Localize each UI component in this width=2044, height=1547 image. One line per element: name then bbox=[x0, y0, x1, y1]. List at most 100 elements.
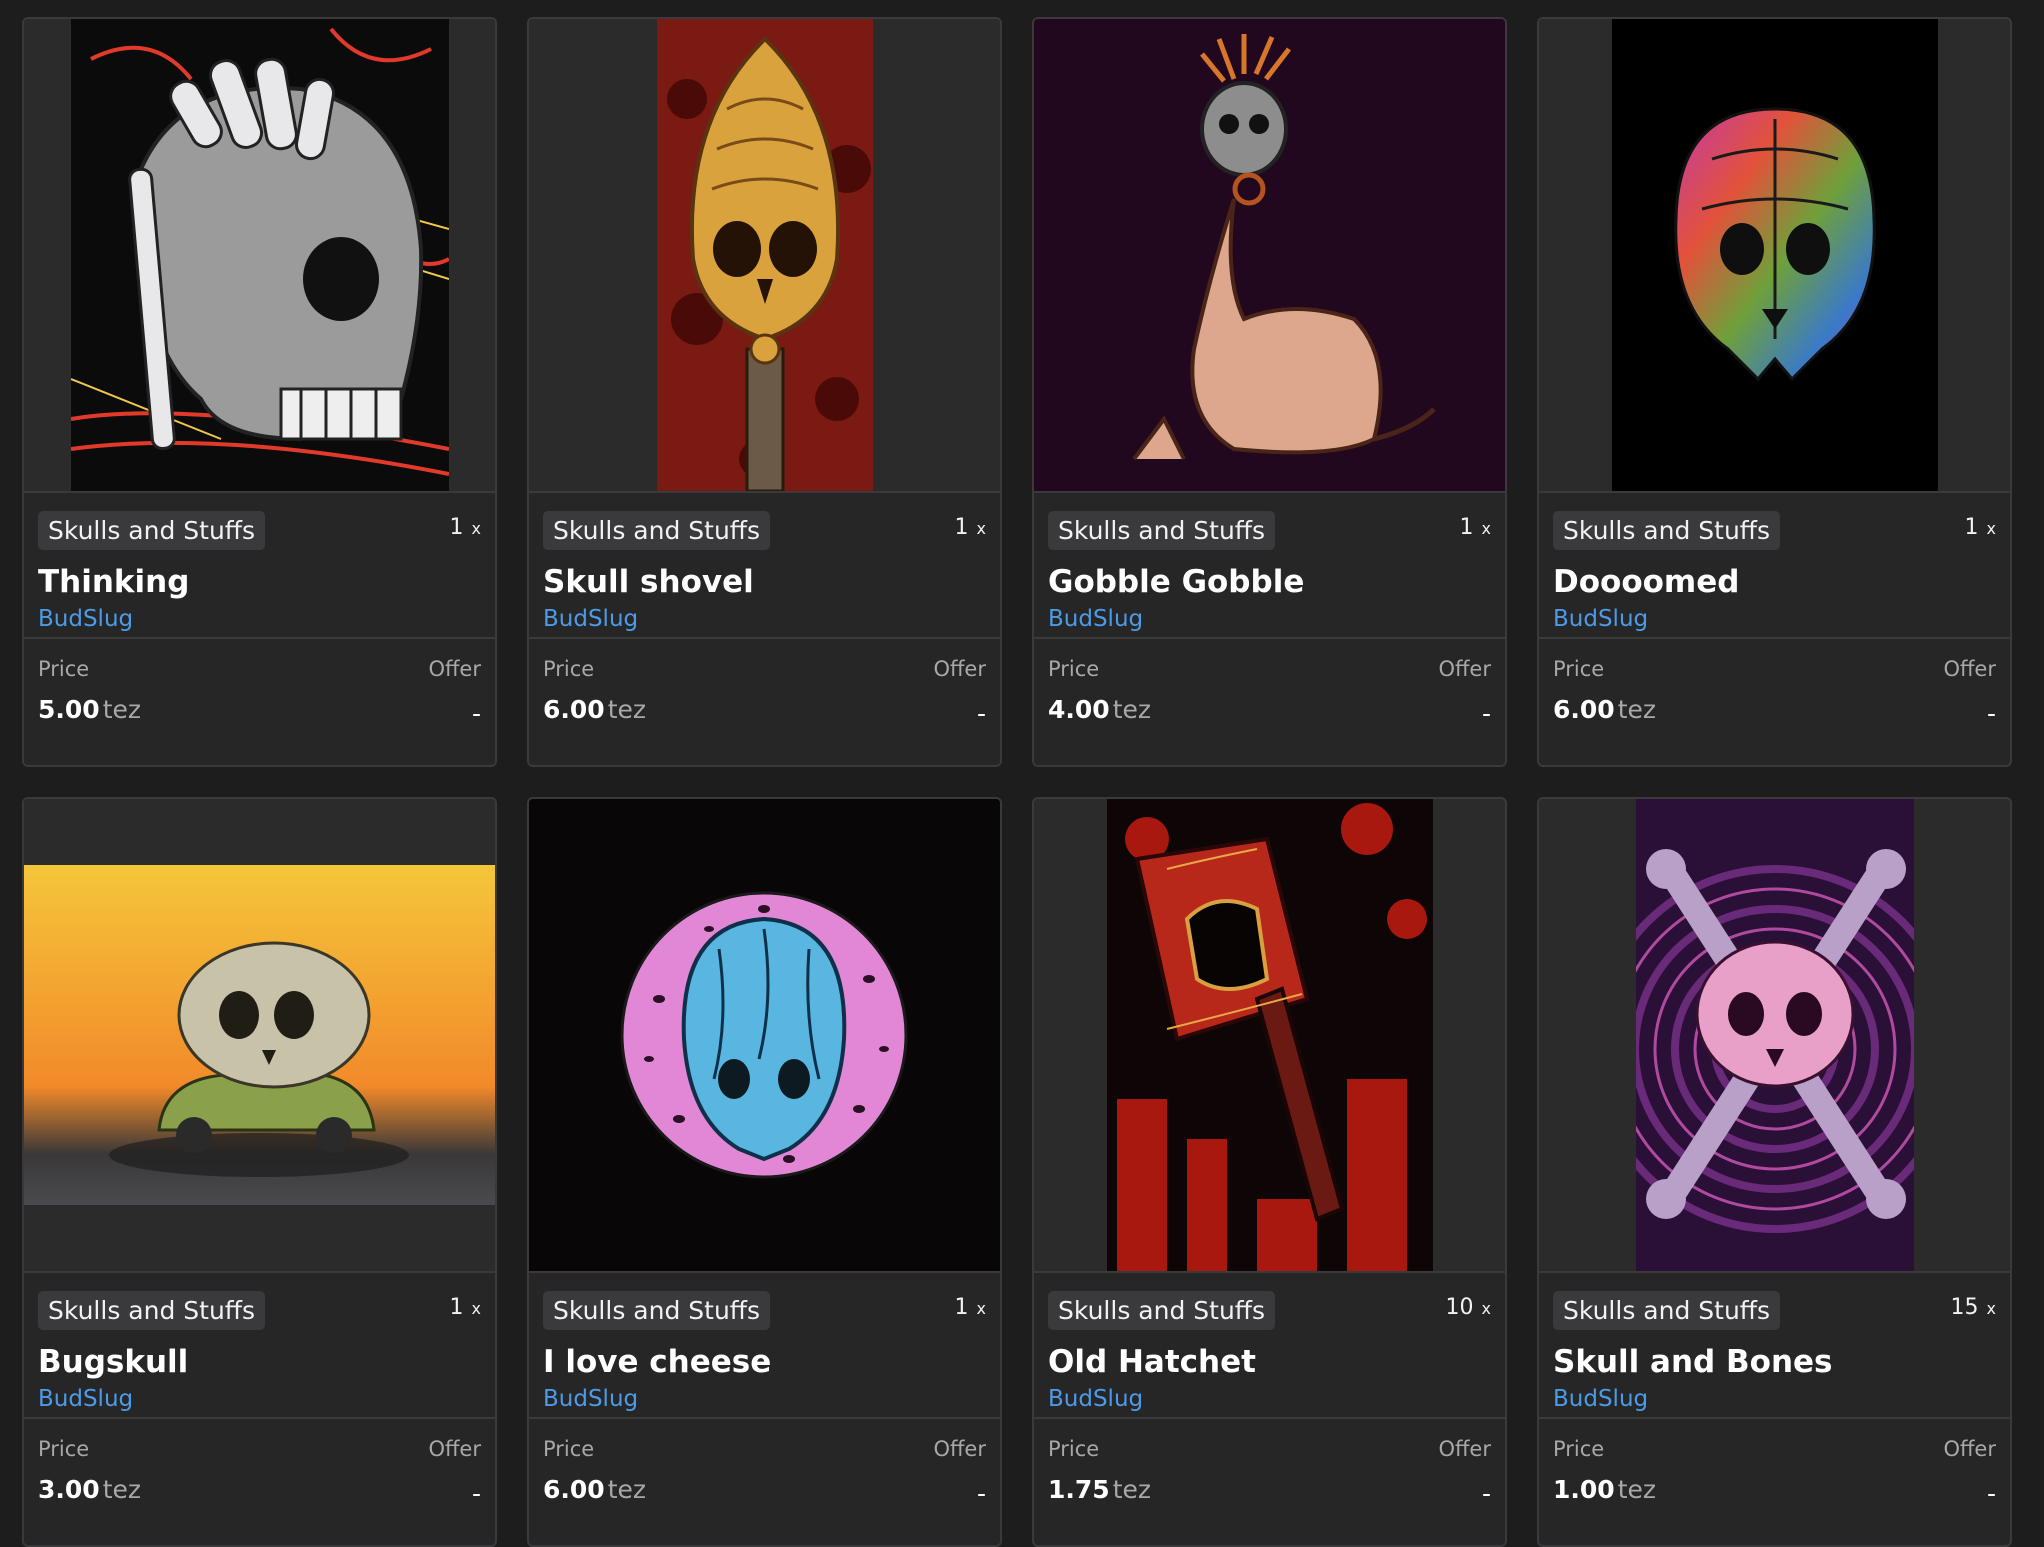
old-hatchet-artwork bbox=[1106, 799, 1433, 1271]
collection-tag[interactable]: Skulls and Stuffs bbox=[38, 1291, 266, 1330]
nft-card-doooomed[interactable]: Skulls and Stuffs 1x Doooomed BudSlug Pr… bbox=[1537, 17, 2012, 767]
price-label: Price bbox=[38, 657, 90, 681]
nft-title[interactable]: Skull and Bones bbox=[1553, 1344, 1996, 1380]
offer-value: - bbox=[471, 699, 481, 728]
price-value: 1.75 tez bbox=[1048, 1475, 1151, 1504]
bugskull-artwork bbox=[24, 865, 495, 1205]
card-info: Skulls and Stuffs 1x Doooomed BudSlug bbox=[1539, 493, 2010, 639]
gobble-gobble-artwork bbox=[1034, 19, 1505, 491]
price-label: Price bbox=[38, 1437, 90, 1461]
nft-title[interactable]: Bugskull bbox=[38, 1344, 481, 1380]
pricing: Price Offer 4.00 tez - bbox=[1034, 639, 1505, 765]
i-love-cheese-artwork bbox=[529, 799, 1000, 1271]
nft-title[interactable]: Gobble Gobble bbox=[1048, 564, 1491, 600]
collection-tag[interactable]: Skulls and Stuffs bbox=[1553, 1291, 1781, 1330]
artist-link[interactable]: BudSlug bbox=[38, 1386, 481, 1412]
collection-tag[interactable]: Skulls and Stuffs bbox=[1048, 511, 1276, 550]
edition-count: 1x bbox=[449, 1295, 481, 1320]
pricing: Price Offer 6.00 tez - bbox=[529, 639, 1000, 765]
offer-label: Offer bbox=[933, 657, 986, 681]
nft-card-old-hatchet[interactable]: Skulls and Stuffs 10 x Old Hatchet BudSlu… bbox=[1032, 797, 1507, 1547]
artist-link[interactable]: BudSlug bbox=[543, 606, 986, 632]
offer-label: Offer bbox=[428, 1437, 481, 1461]
offer-value: - bbox=[976, 1479, 986, 1508]
offer-value: - bbox=[976, 699, 986, 728]
nft-card-skull-and-bones[interactable]: Skulls and Stuffs 15 x Skull and Bones Bu… bbox=[1537, 797, 2012, 1547]
collection-tag[interactable]: Skulls and Stuffs bbox=[1553, 511, 1781, 550]
nft-card-gobble-gobble[interactable]: Skulls and Stuffs 1x Gobble Gobble BudSl… bbox=[1032, 17, 1507, 767]
offer-label: Offer bbox=[428, 657, 481, 681]
offer-label: Offer bbox=[933, 1437, 986, 1461]
pricing: Price Offer 6.00 tez - bbox=[529, 1419, 1000, 1545]
offer-label: Offer bbox=[1438, 1437, 1491, 1461]
artwork-image[interactable] bbox=[24, 799, 495, 1273]
artwork-image[interactable] bbox=[1539, 799, 2010, 1273]
price-value: 6.00 tez bbox=[1553, 695, 1656, 724]
price-value: 6.00 tez bbox=[543, 1475, 646, 1504]
price-value: 1.00 tez bbox=[1553, 1475, 1656, 1504]
offer-value: - bbox=[471, 1479, 481, 1508]
offer-value: - bbox=[1986, 1479, 1996, 1508]
nft-title[interactable]: Skull shovel bbox=[543, 564, 986, 600]
offer-value: - bbox=[1481, 699, 1491, 728]
artist-link[interactable]: BudSlug bbox=[1048, 606, 1491, 632]
collection-tag[interactable]: Skulls and Stuffs bbox=[543, 1291, 771, 1330]
nft-card-skull-shovel[interactable]: Skulls and Stuffs 1x Skull shovel BudSlu… bbox=[527, 17, 1002, 767]
nft-card-bugskull[interactable]: Skulls and Stuffs 1x Bugskull BudSlug Pr… bbox=[22, 797, 497, 1547]
price-label: Price bbox=[1048, 657, 1100, 681]
price-value: 6.00 tez bbox=[543, 695, 646, 724]
edition-count: 1x bbox=[1459, 515, 1491, 540]
collection-tag[interactable]: Skulls and Stuffs bbox=[1048, 1291, 1276, 1330]
card-info: Skulls and Stuffs 10 x Old Hatchet BudSlu… bbox=[1034, 1273, 1505, 1419]
collection-tag[interactable]: Skulls and Stuffs bbox=[38, 511, 266, 550]
artwork-image[interactable] bbox=[24, 19, 495, 493]
pricing: Price Offer 1.75 tez - bbox=[1034, 1419, 1505, 1545]
nft-title[interactable]: I love cheese bbox=[543, 1344, 986, 1380]
card-info: Skulls and Stuffs 15 x Skull and Bones Bu… bbox=[1539, 1273, 2010, 1419]
nft-title[interactable]: Doooomed bbox=[1553, 564, 1996, 600]
price-label: Price bbox=[543, 1437, 595, 1461]
card-info: Skulls and Stuffs 1x Bugskull BudSlug bbox=[24, 1273, 495, 1419]
offer-label: Offer bbox=[1943, 657, 1996, 681]
price-value: 4.00 tez bbox=[1048, 695, 1151, 724]
card-info: Skulls and Stuffs 1x Skull shovel BudSlu… bbox=[529, 493, 1000, 639]
edition-count: 1x bbox=[954, 1295, 986, 1320]
price-label: Price bbox=[543, 657, 595, 681]
nft-card-thinking[interactable]: Skulls and Stuffs 1x Thinking BudSlug Pr… bbox=[22, 17, 497, 767]
price-label: Price bbox=[1553, 1437, 1605, 1461]
offer-value: - bbox=[1481, 1479, 1491, 1508]
edition-count: 1x bbox=[954, 515, 986, 540]
offer-label: Offer bbox=[1438, 657, 1491, 681]
price-label: Price bbox=[1553, 657, 1605, 681]
nft-title[interactable]: Old Hatchet bbox=[1048, 1344, 1491, 1380]
nft-card-i-love-cheese[interactable]: Skulls and Stuffs 1x I love cheese BudSl… bbox=[527, 797, 1002, 1547]
artwork-image[interactable] bbox=[1034, 799, 1505, 1273]
artist-link[interactable]: BudSlug bbox=[38, 606, 481, 632]
pricing: Price Offer 1.00 tez - bbox=[1539, 1419, 2010, 1545]
thinking-skull-artwork bbox=[70, 19, 449, 491]
pricing: Price Offer 3.00 tez - bbox=[24, 1419, 495, 1545]
artist-link[interactable]: BudSlug bbox=[1048, 1386, 1491, 1412]
artwork-image[interactable] bbox=[529, 19, 1000, 493]
edition-count: 15 x bbox=[1950, 1295, 1996, 1320]
collection-tag[interactable]: Skulls and Stuffs bbox=[543, 511, 771, 550]
nft-grid: Skulls and Stuffs 1x Thinking BudSlug Pr… bbox=[22, 17, 2012, 1547]
price-label: Price bbox=[1048, 1437, 1100, 1461]
card-info: Skulls and Stuffs 1x Thinking BudSlug bbox=[24, 493, 495, 639]
artwork-image[interactable] bbox=[1539, 19, 2010, 493]
skull-shovel-artwork bbox=[656, 19, 873, 491]
card-info: Skulls and Stuffs 1x Gobble Gobble BudSl… bbox=[1034, 493, 1505, 639]
doooomed-artwork bbox=[1611, 19, 1938, 491]
pricing: Price Offer 5.00 tez - bbox=[24, 639, 495, 765]
artist-link[interactable]: BudSlug bbox=[1553, 1386, 1996, 1412]
price-value: 3.00 tez bbox=[38, 1475, 141, 1504]
price-value: 5.00 tez bbox=[38, 695, 141, 724]
artist-link[interactable]: BudSlug bbox=[543, 1386, 986, 1412]
nft-title[interactable]: Thinking bbox=[38, 564, 481, 600]
skull-and-bones-artwork bbox=[1635, 799, 1914, 1271]
artwork-image[interactable] bbox=[1034, 19, 1505, 493]
artwork-image[interactable] bbox=[529, 799, 1000, 1273]
artist-link[interactable]: BudSlug bbox=[1553, 606, 1996, 632]
pricing: Price Offer 6.00 tez - bbox=[1539, 639, 2010, 765]
offer-value: - bbox=[1986, 699, 1996, 728]
